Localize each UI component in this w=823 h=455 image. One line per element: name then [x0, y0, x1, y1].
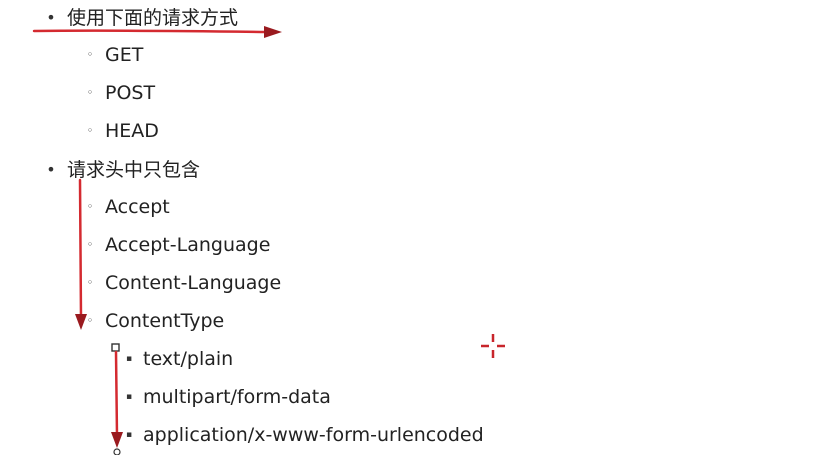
list-item-label: Accept [105, 196, 170, 218]
square-bullet: ▪ [125, 354, 133, 364]
list-item-label: multipart/form-data [143, 386, 331, 408]
list-item-label: Accept-Language [105, 234, 271, 256]
down-arrow-shaft-2 [114, 350, 119, 438]
slide: • 使用下面的请求方式 ◦ GET ◦ POST ◦ HEAD • 请求头中只包… [0, 0, 823, 455]
crosshair-cursor-icon [481, 334, 505, 358]
list-item-label: text/plain [143, 348, 234, 370]
circle-bullet: ◦ [86, 238, 94, 251]
circle-bullet: ◦ [86, 86, 94, 99]
circle-bullet: ◦ [86, 200, 94, 213]
list-item-label: 使用下面的请求方式 [67, 7, 239, 29]
list-item-label: GET [105, 44, 144, 66]
down-arrow-head-2 [111, 432, 123, 448]
circle-bullet: ◦ [86, 314, 94, 327]
list-item-label: 请求头中只包含 [67, 159, 201, 181]
disc-bullet: • [46, 8, 56, 27]
start-marker [111, 343, 120, 352]
list-item-label: application/x-www-form-urlencoded [143, 424, 484, 446]
square-bullet: ▪ [125, 430, 133, 440]
square-bullet: ▪ [125, 392, 133, 402]
list-item-label: HEAD [105, 120, 159, 142]
list-item-label: ContentType [105, 310, 225, 332]
list-item-label: POST [105, 82, 156, 104]
list-item-label: Content-Language [105, 272, 282, 294]
circle-bullet: ◦ [86, 124, 94, 137]
circle-bullet: ◦ [86, 276, 94, 289]
end-marker [113, 448, 121, 455]
circle-bullet: ◦ [86, 48, 94, 61]
down-arrow-shaft [78, 178, 83, 320]
underline-arrow-head [264, 26, 282, 38]
disc-bullet: • [46, 160, 56, 179]
